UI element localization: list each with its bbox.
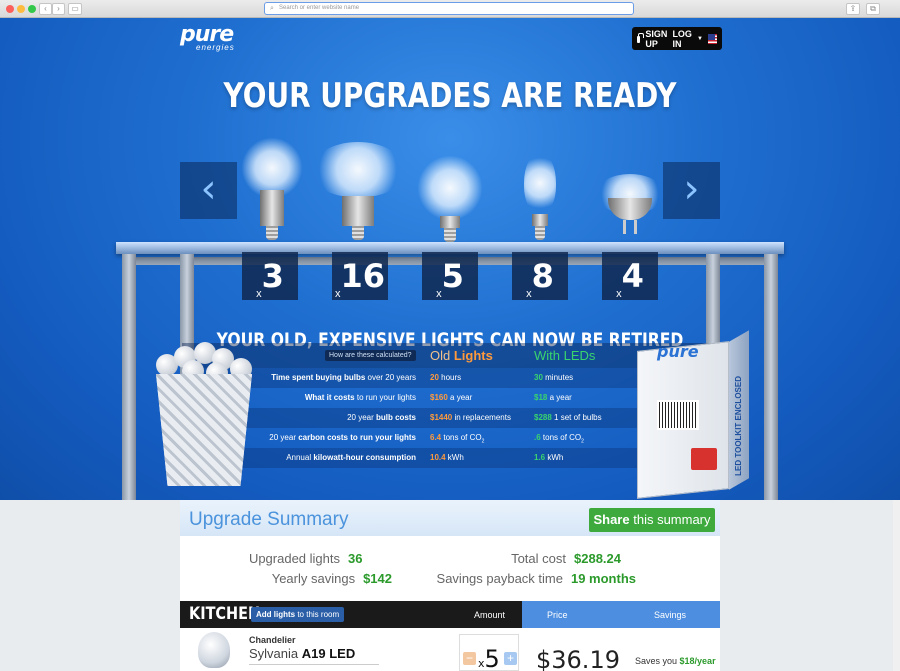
count-value: 16: [340, 257, 386, 295]
count-value: 5: [441, 257, 464, 295]
free-tag-icon: [691, 448, 717, 470]
add-lights-button[interactable]: Add lights to this room: [251, 607, 345, 622]
carousel-prev-button[interactable]: ‹: [180, 162, 237, 219]
tabs-icon[interactable]: ⧉: [866, 3, 880, 15]
search-icon: ⌕: [270, 5, 274, 12]
bulb-candle-image[interactable]: [500, 138, 580, 248]
bulb-count-badge: x4: [602, 252, 658, 300]
maximize-window-button[interactable]: [28, 5, 36, 13]
led-value: .6 tons of CO2: [534, 433, 584, 445]
chevron-right-icon: ›: [683, 166, 700, 212]
bulb-count-badge: x8: [512, 252, 568, 300]
room-title: KITCHEN: [189, 604, 261, 624]
old-value: $160 a year: [430, 393, 473, 402]
share-label-rest: this summary: [629, 512, 711, 527]
carousel-next-button[interactable]: ›: [663, 162, 720, 219]
how-calculated-button[interactable]: How are these calculated?: [325, 350, 416, 361]
lock-icon: [637, 33, 645, 43]
chevron-down-icon[interactable]: ▼: [697, 36, 703, 42]
led-toolkit-box-image: pure LED TOOLKIT ENCLOSED: [637, 326, 750, 499]
led-value: 1.6 kWh: [534, 453, 564, 462]
count-value: 4: [621, 257, 644, 295]
item-type: Chandelier: [249, 635, 296, 645]
address-placeholder: Search or enter website name: [279, 5, 360, 11]
close-window-button[interactable]: [6, 5, 14, 13]
row-label: Annual kilowatt-hour consumption: [286, 453, 416, 462]
box-label: LED TOOLKIT ENCLOSED: [734, 376, 743, 476]
a19-bulb-thumbnail: [198, 632, 230, 668]
share-label: Share: [593, 512, 630, 527]
old-value: 10.4 kWh: [430, 453, 464, 462]
increase-quantity-button[interactable]: +: [504, 652, 517, 665]
savings-column-header: Savings: [654, 610, 687, 620]
old-label: Old: [430, 348, 451, 363]
table-leg: [764, 254, 778, 500]
account-menu: SIGN UP LOG IN ▼: [632, 27, 722, 50]
lights-label: Lights: [453, 348, 493, 363]
old-value: 20 hours: [430, 373, 462, 382]
payback-time-stat: Savings payback time 19 months: [436, 571, 636, 586]
sidebar-toggle-icon[interactable]: ▭: [68, 3, 82, 15]
row-label: Time spent buying bulbs over 20 years: [271, 373, 416, 382]
led-value: 30 minutes: [534, 373, 574, 382]
bulb-a19-image[interactable]: [232, 138, 312, 248]
barcode-icon: [657, 400, 699, 430]
old-bulbs-bucket-image: [152, 340, 262, 490]
pure-energies-logo[interactable]: pure energies: [180, 24, 235, 53]
price-column-header: Price: [547, 610, 568, 620]
old-value: $1440 in replacements: [430, 413, 511, 422]
bulb-mr16-image[interactable]: [590, 138, 670, 248]
table-leg: [122, 254, 136, 500]
price-savings-header: Price Savings: [522, 601, 720, 628]
page-headline: YOUR UPGRADES ARE READY: [223, 76, 677, 116]
led-value: $288 1 set of bulbs: [534, 413, 602, 422]
share-icon[interactable]: ⇪: [846, 3, 860, 15]
summary-header: Upgrade Summary Share this summary: [180, 500, 720, 536]
divider: [249, 664, 379, 665]
old-lights-heading: Old Lights: [430, 348, 493, 363]
row-label: 20 year carbon costs to run your lights: [269, 433, 416, 442]
share-summary-button[interactable]: Share this summary: [589, 508, 715, 532]
quantity-value: x5: [478, 645, 500, 671]
room-header: KITCHEN Add lights to this room Amount P…: [180, 601, 720, 628]
signup-link[interactable]: SIGN UP: [645, 29, 667, 49]
room-item-row: Chandelier Sylvania A19 LED − x5 + $36.1…: [180, 628, 720, 671]
price-cell: $36.19 Saves you $18/year: [522, 628, 720, 671]
count-value: 3: [261, 257, 284, 295]
box-logo: pure: [657, 342, 699, 361]
item-name: Sylvania A19 LED: [249, 646, 356, 661]
minimize-window-button[interactable]: [17, 5, 25, 13]
upgraded-lights-stat: Upgraded lights 36: [248, 551, 363, 566]
chevron-left-icon: ‹: [200, 166, 217, 212]
count-value: 8: [531, 257, 554, 295]
quantity-stepper: − x5 +: [459, 634, 519, 671]
led-value: $18 a year: [534, 393, 572, 402]
bulb-count-badge: x3: [242, 252, 298, 300]
us-flag-icon[interactable]: [707, 33, 717, 44]
hero-section: pure energies SIGN UP LOG IN ▼ YOUR UPGR…: [0, 18, 900, 500]
decrease-quantity-button[interactable]: −: [463, 652, 476, 665]
bulb-par-image[interactable]: [312, 138, 404, 248]
item-savings: Saves you $18/year: [635, 656, 716, 666]
bulb-count-badge: x16: [332, 252, 388, 300]
browser-toolbar: ‹ › ▭ ⌕ Search or enter website name ⇪ ⧉: [0, 0, 900, 18]
amount-column-header: Amount: [474, 610, 506, 620]
login-link[interactable]: LOG IN: [672, 29, 692, 49]
yearly-savings-stat: Yearly savings $142: [271, 571, 392, 586]
back-button[interactable]: ‹: [39, 3, 52, 15]
old-value: 6.4 tons of CO2: [430, 433, 485, 445]
bulb-count-badge: x5: [422, 252, 478, 300]
total-cost-stat: Total cost $288.24: [511, 551, 621, 566]
forward-button[interactable]: ›: [52, 3, 65, 15]
summary-title: Upgrade Summary: [189, 509, 349, 530]
with-leds-heading: With LEDs: [534, 348, 596, 363]
bulb-globe-image[interactable]: [414, 138, 494, 248]
row-label: 20 year bulb costs: [347, 413, 416, 422]
item-price: $36.19: [536, 646, 620, 671]
row-label: What it costs to run your lights: [304, 393, 416, 402]
address-bar[interactable]: ⌕ Search or enter website name: [264, 2, 634, 15]
upgrade-summary: Upgrade Summary Share this summary Upgra…: [180, 500, 720, 601]
logo-subtitle: energies: [196, 43, 235, 52]
